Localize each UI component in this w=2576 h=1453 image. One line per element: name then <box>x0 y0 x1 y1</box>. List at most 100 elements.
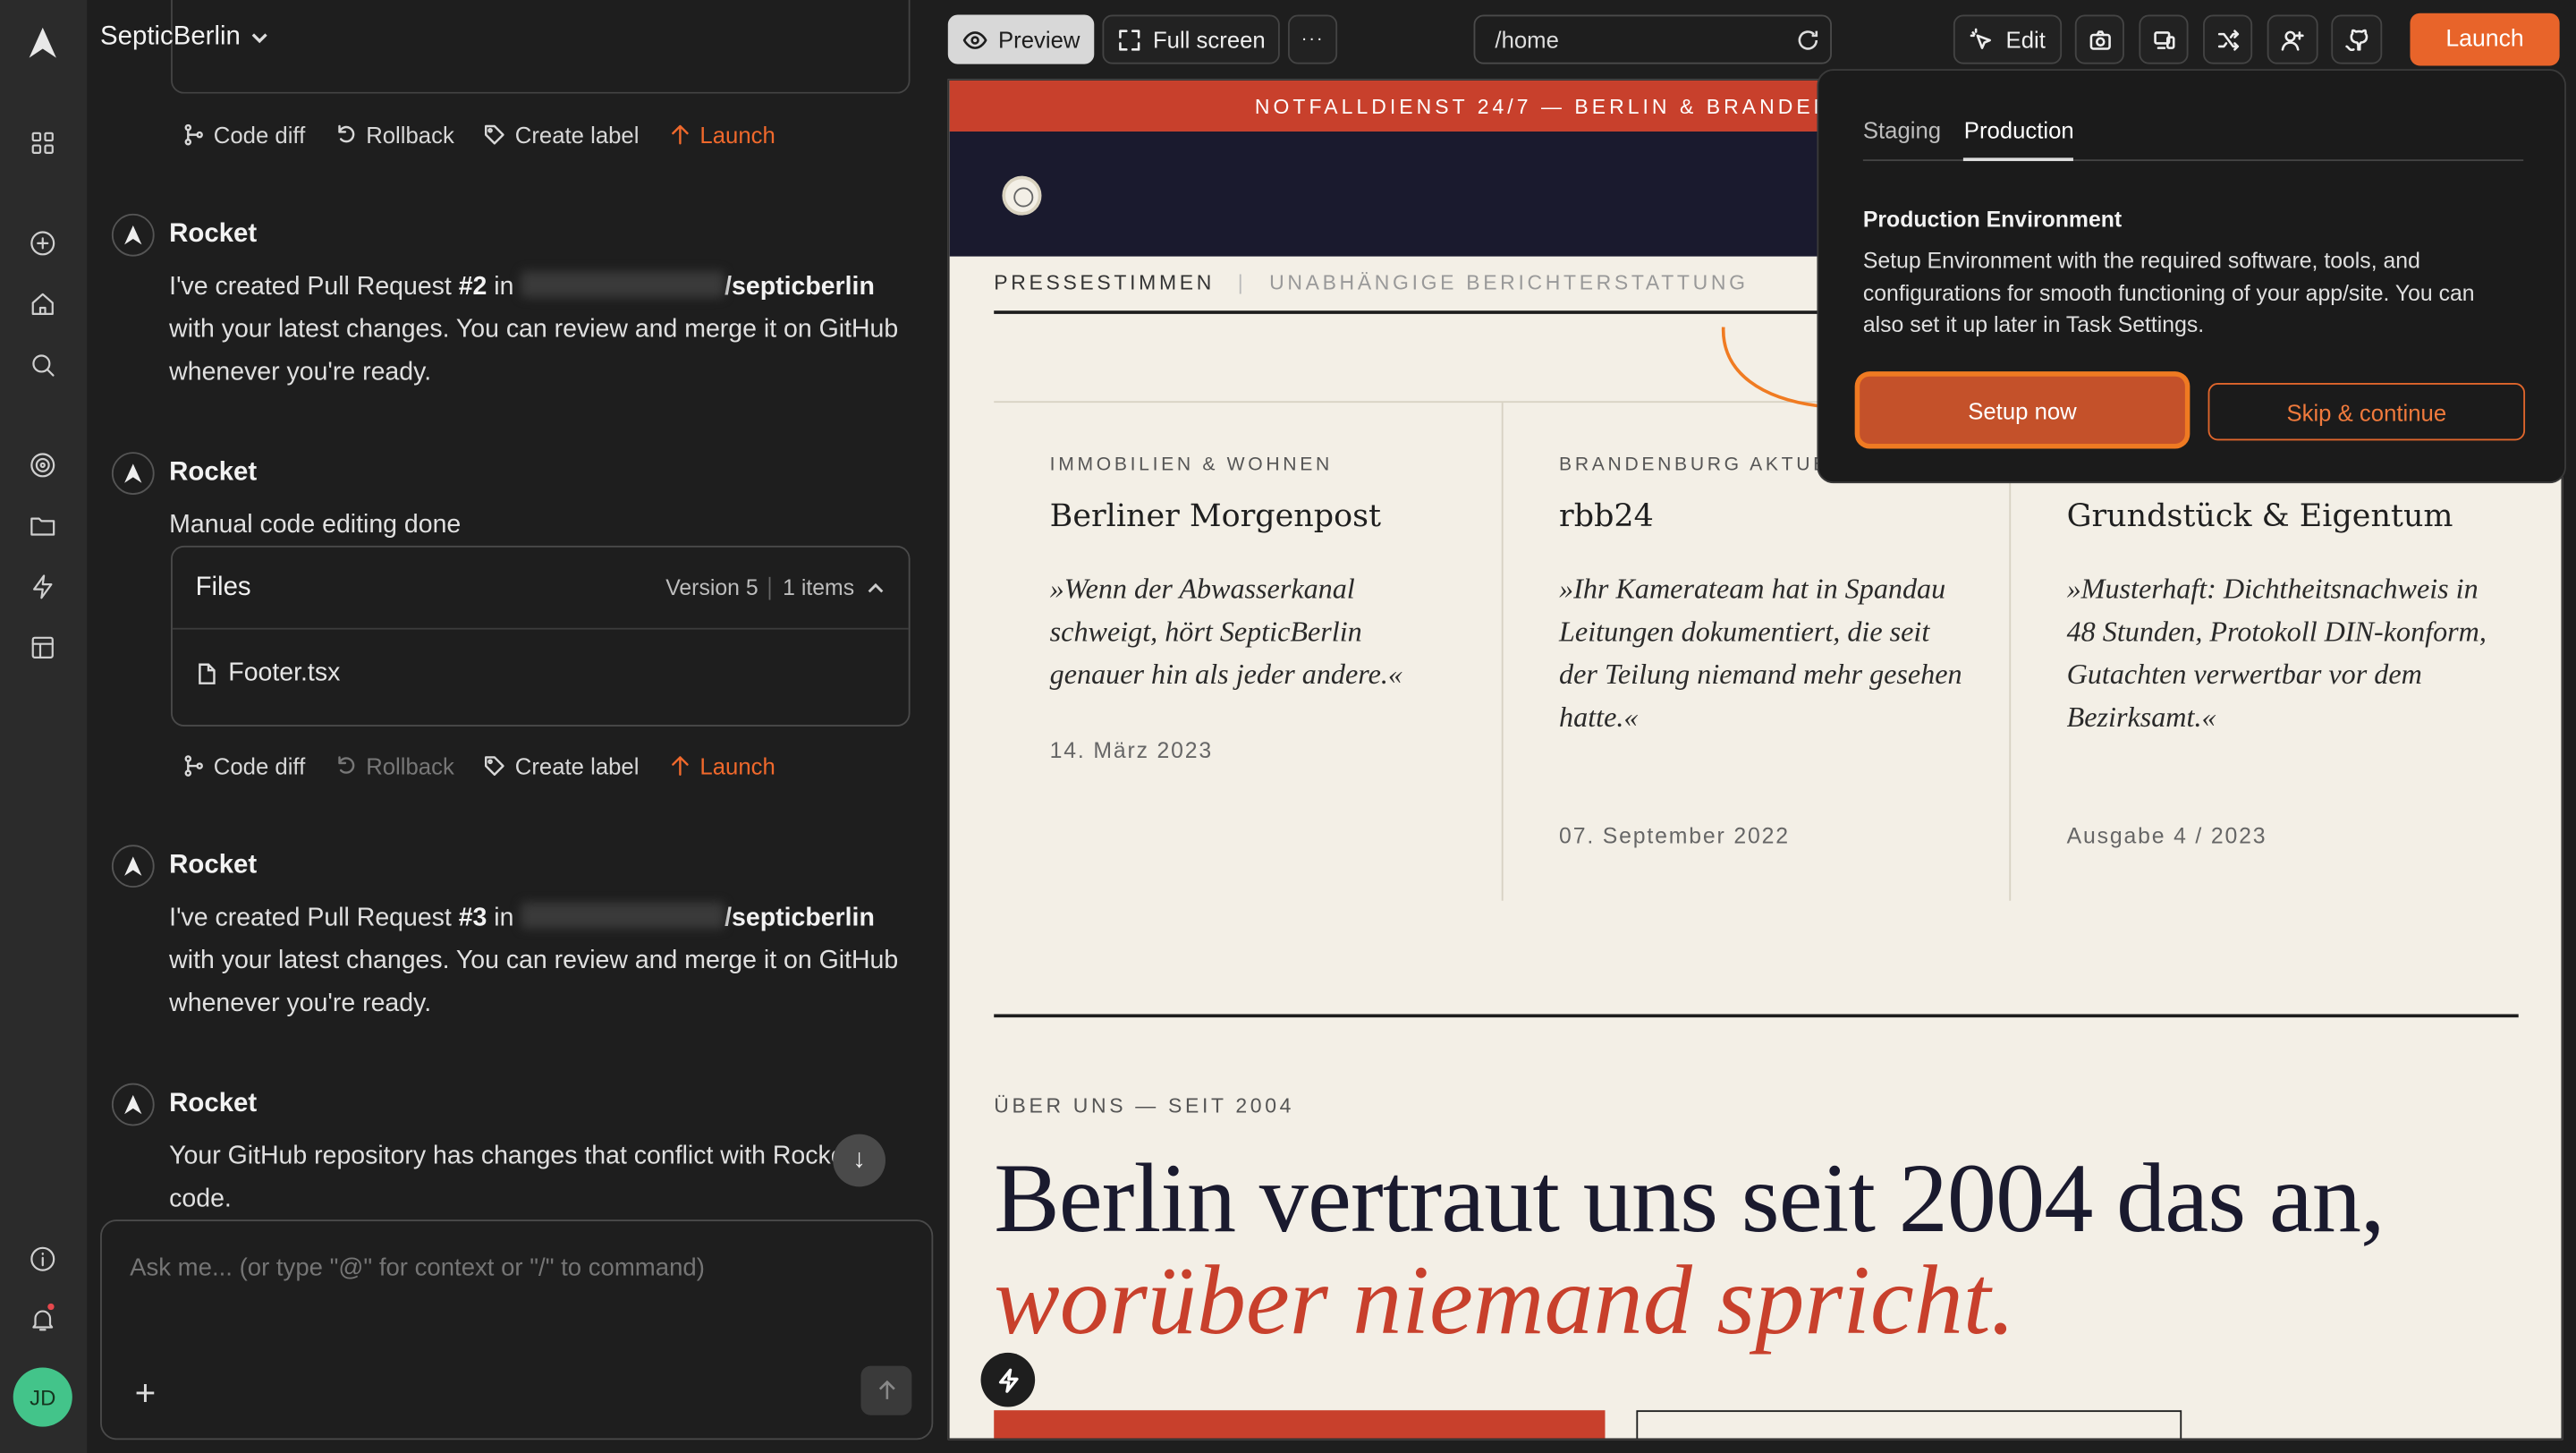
arrow-up-icon <box>672 124 689 145</box>
file-row[interactable]: Footer.tsx <box>196 659 341 689</box>
launch-link[interactable]: Launch <box>669 122 775 148</box>
file-icon <box>199 663 216 684</box>
more-button[interactable]: ··· <box>1287 14 1338 64</box>
eye-icon <box>962 30 987 48</box>
folder-icon[interactable] <box>23 506 63 546</box>
project-switcher[interactable]: SepticBerlin <box>100 23 270 53</box>
launch-link[interactable]: Launch <box>669 752 775 779</box>
launch-button[interactable]: Launch <box>2410 13 2560 66</box>
branch-icon <box>184 123 203 146</box>
message-text: Manual code editing done <box>169 511 462 540</box>
tag-icon <box>485 756 505 776</box>
chat-input[interactable] <box>130 1253 902 1282</box>
message-text: I've created Pull Request #3 in /septicb… <box>169 902 899 1018</box>
message-author: Rocket <box>169 851 258 879</box>
undo-icon <box>337 124 354 143</box>
rocket-avatar-icon <box>111 845 155 888</box>
redacted-owner <box>521 902 725 929</box>
notification-dot <box>47 1303 55 1311</box>
version-label: Version 5 <box>665 574 758 600</box>
chat-composer: + <box>100 1219 934 1440</box>
undo-icon <box>337 756 354 774</box>
primary-cta[interactable] <box>994 1410 1606 1439</box>
rocket-avatar-icon <box>111 1083 155 1126</box>
url-text: /home <box>1495 26 1559 53</box>
scroll-down-button[interactable]: ↓ <box>833 1134 886 1187</box>
icon-rail: JD <box>0 0 88 1453</box>
press-outlet: rbb24 <box>1559 497 1654 535</box>
rocket-avatar-icon <box>111 452 155 495</box>
files-card-header[interactable]: Files Version 5 1 items <box>172 548 909 630</box>
expand-icon <box>1118 29 1140 50</box>
press-quote: »Ihr Kamerateam hat in Spandau Leitungen… <box>1559 572 1962 734</box>
press-date: 07. September 2022 <box>1559 823 1790 848</box>
items-count: 1 items <box>783 574 855 600</box>
quick-action-button[interactable] <box>980 1352 1036 1407</box>
arrow-down-icon: ↓ <box>852 1145 866 1174</box>
message-text: Your GitHub repository has changes that … <box>169 1142 870 1213</box>
setup-now-button[interactable]: Setup now <box>1860 376 2185 445</box>
chevron-up-icon[interactable] <box>866 578 886 598</box>
github-button[interactable] <box>2331 14 2383 64</box>
arrow-up-icon <box>877 1380 894 1399</box>
url-bar[interactable]: /home <box>1473 14 1832 64</box>
refresh-icon[interactable] <box>1796 27 1821 52</box>
press-date: Ausgabe 4 / 2023 <box>2066 823 2267 848</box>
arrow-up-icon <box>672 756 689 776</box>
hero-headline-accent: worüber niemand spricht. <box>994 1245 2016 1355</box>
full-screen-button[interactable]: Full screen <box>1102 14 1280 64</box>
chevron-down-icon <box>252 33 268 44</box>
tab-staging[interactable]: Staging <box>1863 116 1941 161</box>
secondary-cta[interactable] <box>1636 1410 2182 1439</box>
press-date: 14. März 2023 <box>1049 737 1214 763</box>
edit-button[interactable]: Edit <box>1953 14 2063 64</box>
file-name: Footer.tsx <box>228 659 341 687</box>
environment-tabs: Staging Production <box>1862 116 2524 162</box>
user-avatar[interactable]: JD <box>13 1367 72 1427</box>
message: Rocket I've created Pull Request #3 in /… <box>111 845 925 1025</box>
branch-icon <box>184 755 203 777</box>
search-icon[interactable] <box>23 345 63 385</box>
code-diff-button[interactable]: Code diff <box>182 752 305 779</box>
press-sublabel: UNABHÄNGIGE BERICHTERSTATTUNG <box>1269 271 1749 294</box>
invite-user-button[interactable] <box>2267 14 2318 64</box>
camera-button[interactable] <box>2074 14 2124 64</box>
tag-icon <box>485 124 505 145</box>
press-label: PRESSESTIMMEN <box>994 271 1216 294</box>
create-label-button[interactable]: Create label <box>484 752 639 779</box>
shuffle-icon <box>2216 29 2239 50</box>
bell-icon[interactable] <box>23 1300 63 1339</box>
code-diff-button[interactable]: Code diff <box>182 122 305 148</box>
devices-icon <box>2153 30 2174 48</box>
message-author: Rocket <box>169 1089 258 1118</box>
send-button[interactable] <box>860 1365 912 1415</box>
rocket-avatar-icon <box>111 213 155 257</box>
skip-continue-button[interactable]: Skip & continue <box>2207 383 2526 441</box>
create-label-button[interactable]: Create label <box>484 122 639 148</box>
grid-icon[interactable] <box>23 123 63 163</box>
rocket-logo-icon[interactable] <box>23 23 63 63</box>
press-card: IMMOBILIEN & WOHNEN Berliner Morgenpost … <box>994 403 1503 901</box>
plus-icon[interactable]: + <box>135 1372 157 1415</box>
site-logo-seal[interactable] <box>1002 175 1042 216</box>
devices-button[interactable] <box>2139 14 2189 64</box>
files-card-title: Files <box>195 573 251 601</box>
target-icon[interactable] <box>23 446 63 485</box>
shuffle-button[interactable] <box>2203 14 2253 64</box>
home-icon[interactable] <box>23 285 63 324</box>
info-icon[interactable] <box>23 1239 63 1279</box>
rollback-button[interactable]: Rollback <box>335 122 454 148</box>
preview-button[interactable]: Preview <box>947 14 1095 64</box>
message-text: I've created Pull Request #2 in /septicb… <box>169 271 899 387</box>
bolt-icon[interactable] <box>23 567 63 607</box>
project-name: SepticBerlin <box>100 22 241 51</box>
add-circle-icon[interactable] <box>23 224 63 263</box>
rollback-button[interactable]: Rollback <box>335 752 454 779</box>
popover-description: Setup Environment with the required soft… <box>1862 248 2475 337</box>
environment-popover: Staging Production Production Environmen… <box>1817 69 2566 484</box>
tab-production[interactable]: Production <box>1963 116 2074 162</box>
message: Rocket Manual code editing done <box>111 452 925 548</box>
redacted-owner <box>521 271 725 298</box>
hero-headline: Berlin vertraut uns seit 2004 das an, <box>994 1143 2385 1253</box>
layout-icon[interactable] <box>23 628 63 667</box>
